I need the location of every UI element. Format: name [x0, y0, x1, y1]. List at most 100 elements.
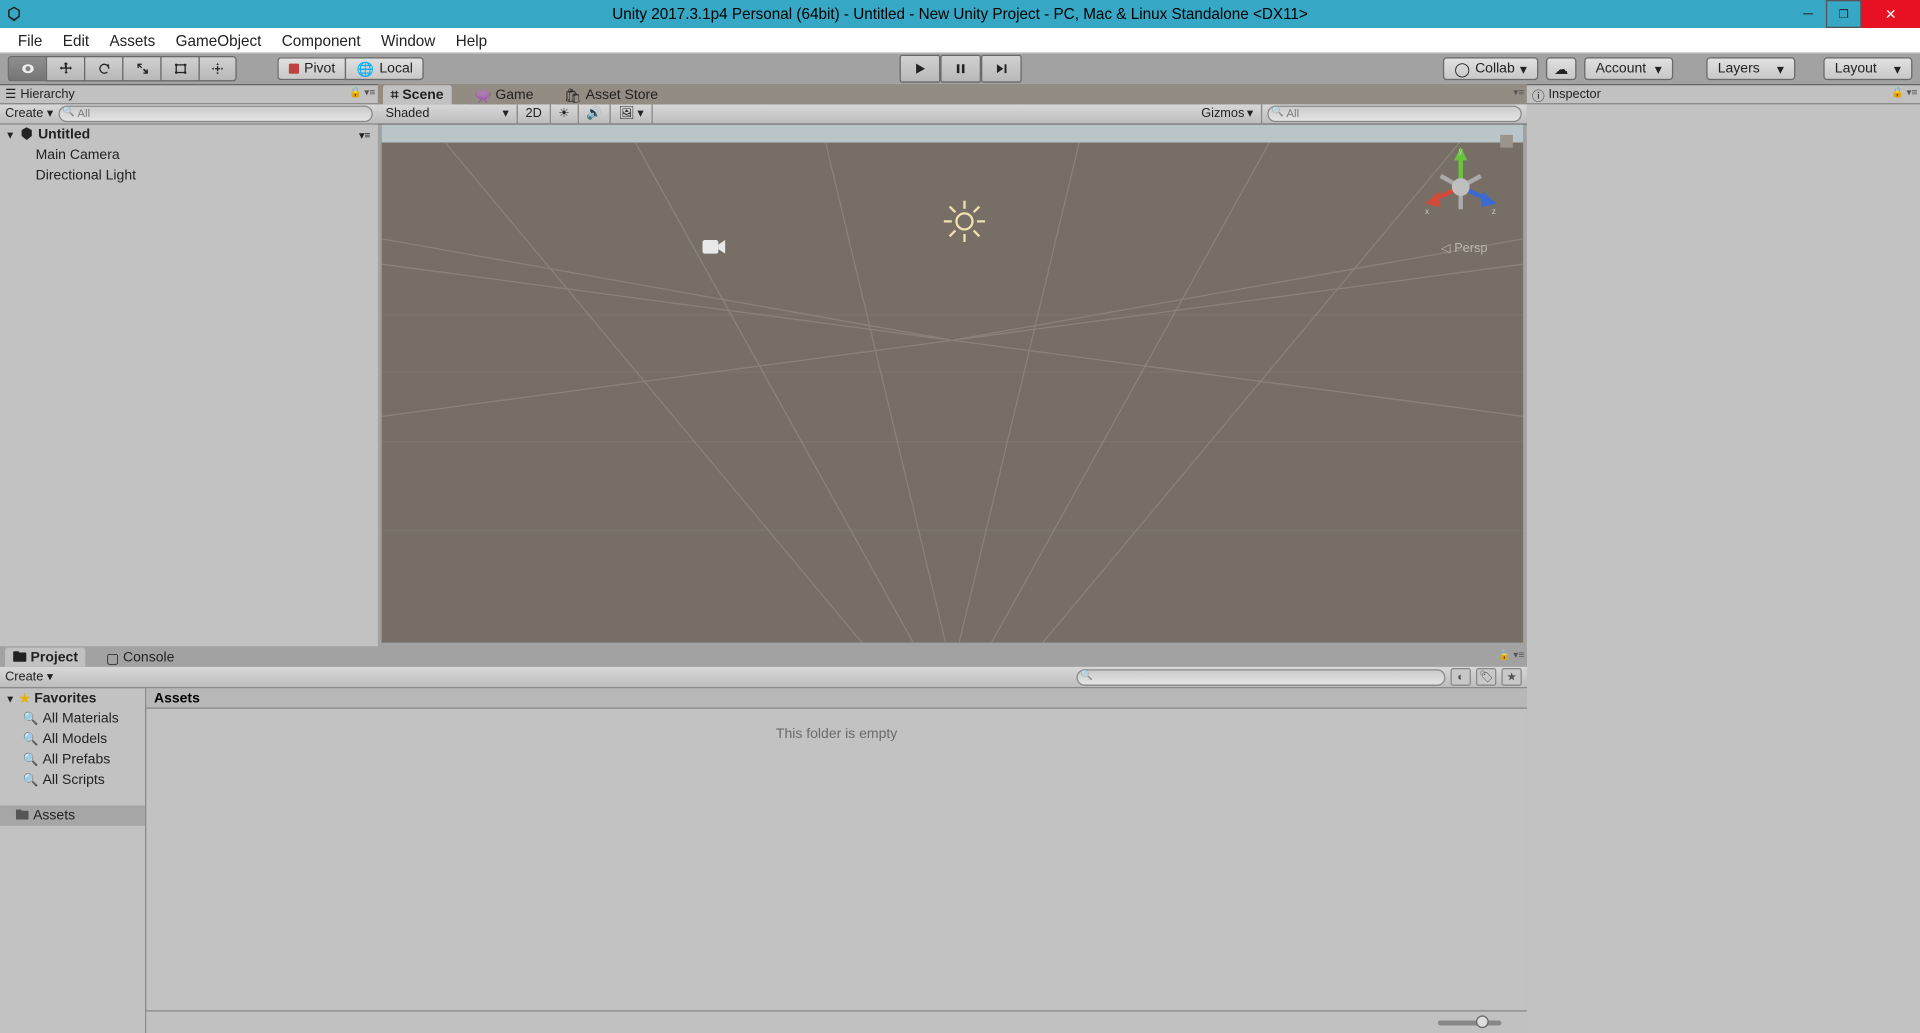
search-icon: 🔍: [23, 712, 39, 726]
menu-help[interactable]: Help: [446, 29, 498, 52]
thumbnail-size-slider[interactable]: [1438, 1020, 1502, 1025]
folder-icon: 🖿: [15, 804, 29, 828]
star-icon: ★: [19, 692, 30, 706]
tab-scene[interactable]: ⌗ Scene: [383, 85, 451, 104]
play-button[interactable]: [899, 55, 940, 83]
hierarchy-panel: ☰ Hierarchy 🔒 ▾≡ Create ▾ All ▼ Untitled: [0, 84, 378, 646]
chevron-down-icon: ▾: [1520, 60, 1527, 77]
favorite-item[interactable]: 🔍All Models: [0, 729, 145, 749]
panel-menu-icon[interactable]: ▾≡: [364, 87, 375, 98]
orientation-gizmo[interactable]: y x z: [1416, 143, 1505, 232]
gameobject-row[interactable]: Main Camera: [0, 145, 378, 165]
tab-asset-store[interactable]: 🛍 Asset Store: [556, 85, 665, 104]
scene-menu-icon[interactable]: ▾≡: [359, 129, 370, 140]
tab-asset-store-label: Asset Store: [586, 88, 658, 103]
hand-tool-button[interactable]: [8, 56, 46, 81]
shading-dropdown[interactable]: Shaded▾: [378, 104, 518, 124]
chevron-down-icon: ▾: [503, 107, 509, 121]
menu-window[interactable]: Window: [371, 29, 446, 52]
project-create-dropdown[interactable]: Create ▾: [5, 670, 53, 684]
camera-gizmo-icon[interactable]: [700, 237, 728, 264]
search-icon: 🔍: [23, 732, 39, 746]
filter-by-type-icon[interactable]: ◐: [1451, 668, 1471, 686]
project-tree[interactable]: ▼ ★ Favorites 🔍All Materials 🔍All Models…: [0, 688, 146, 1033]
project-breadcrumb[interactable]: Assets: [146, 688, 1527, 708]
hierarchy-tab[interactable]: ☰ Hierarchy 🔒 ▾≡: [0, 84, 378, 104]
close-button[interactable]: ✕: [1862, 0, 1920, 28]
projection-label[interactable]: ◁ Persp: [1441, 242, 1488, 256]
foldout-icon[interactable]: ▼: [5, 129, 15, 140]
audio-toggle[interactable]: 🔊: [579, 104, 611, 124]
menu-gameobject[interactable]: GameObject: [165, 29, 271, 52]
gizmos-dropdown[interactable]: Gizmos ▾: [1194, 104, 1263, 124]
lighting-toggle[interactable]: ☀: [551, 104, 579, 124]
scene-viewport[interactable]: y x z ◁ Persp: [382, 125, 1523, 643]
panel-menu-icon[interactable]: ▾≡: [1513, 87, 1524, 98]
minimize-button[interactable]: ─: [1790, 0, 1826, 28]
chevron-down-icon: ▾: [1894, 60, 1901, 77]
rect-tool-button[interactable]: [160, 56, 198, 81]
assets-folder[interactable]: 🖿 Assets: [0, 805, 145, 825]
create-dropdown[interactable]: Create ▾: [5, 107, 53, 121]
collab-label: Collab: [1475, 61, 1515, 76]
light-gizmo-icon[interactable]: [942, 198, 988, 250]
favorite-item[interactable]: 🔍All Prefabs: [0, 749, 145, 769]
tab-console-label: Console: [123, 650, 174, 665]
layout-dropdown[interactable]: Layout ▾: [1823, 57, 1912, 80]
scene-row[interactable]: ▼ Untitled ▾≡: [0, 125, 378, 145]
menu-file[interactable]: File: [8, 29, 53, 52]
lock-icon[interactable]: 🔒: [1498, 649, 1511, 660]
lock-icon[interactable]: 🔒: [1891, 87, 1904, 98]
tab-console[interactable]: ▢ Console: [98, 648, 182, 667]
foldout-icon[interactable]: ▼: [5, 693, 15, 704]
transform-tool-group: [8, 56, 237, 81]
hierarchy-search-input[interactable]: All: [58, 106, 373, 123]
step-button[interactable]: [980, 55, 1021, 83]
project-search-input[interactable]: [1076, 669, 1445, 686]
filter-by-label-icon[interactable]: 🏷: [1476, 668, 1496, 686]
pause-button[interactable]: [940, 55, 981, 83]
pivot-toggle-button[interactable]: Pivot: [277, 57, 345, 80]
inspector-tab[interactable]: ⓘ Inspector 🔒 ▾≡: [1527, 84, 1920, 104]
favorites-header[interactable]: ▼ ★ Favorites: [0, 688, 145, 708]
scene-search-input[interactable]: All: [1267, 106, 1521, 123]
cloud-icon: ☁: [1554, 60, 1568, 77]
hierarchy-tree[interactable]: ▼ Untitled ▾≡ Main Camera Directional Li…: [0, 125, 378, 647]
account-dropdown[interactable]: Account ▾: [1584, 57, 1673, 80]
favorite-item[interactable]: 🔍All Materials: [0, 709, 145, 729]
save-search-icon[interactable]: ★: [1501, 668, 1521, 686]
bottom-tabs: 🖿 Project ▢ Console 🔒 ▾≡: [0, 646, 1527, 666]
center-tabs: ⌗ Scene 👾 Game 🛍 Asset Store ▾≡: [378, 84, 1527, 104]
transform-tool-button[interactable]: [198, 56, 236, 81]
layers-dropdown[interactable]: Layers ▾: [1706, 57, 1795, 80]
viewport-toggle-icon[interactable]: [1500, 135, 1513, 148]
cloud-button[interactable]: ☁: [1546, 57, 1577, 80]
rotate-tool-button[interactable]: [84, 56, 122, 81]
favorite-item[interactable]: 🔍All Scripts: [0, 770, 145, 790]
panel-menu-icon[interactable]: ▾≡: [1906, 87, 1917, 98]
gameobject-row[interactable]: Directional Light: [0, 165, 378, 185]
tab-scene-label: Scene: [402, 88, 443, 103]
store-icon: 🛍: [564, 87, 582, 104]
2d-toggle[interactable]: 2D: [518, 104, 551, 124]
axis-z-label: z: [1492, 207, 1496, 216]
menu-component[interactable]: Component: [272, 29, 371, 52]
panel-menu-icon[interactable]: ▾≡: [1513, 649, 1524, 660]
account-label: Account: [1596, 61, 1647, 76]
hierarchy-tab-label: Hierarchy: [20, 87, 74, 101]
fx-dropdown[interactable]: 🖼 ▾: [611, 104, 653, 124]
menu-edit[interactable]: Edit: [53, 29, 100, 52]
tab-game[interactable]: 👾 Game: [466, 85, 541, 104]
lock-icon[interactable]: 🔒: [349, 87, 362, 98]
layout-label: Layout: [1835, 61, 1877, 76]
move-tool-button[interactable]: [46, 56, 84, 81]
collab-dropdown[interactable]: ◯ Collab ▾: [1443, 57, 1538, 80]
tab-project[interactable]: 🖿 Project: [5, 648, 86, 667]
scale-tool-button[interactable]: [122, 56, 160, 81]
space-toggle-button[interactable]: 🌐 Local: [345, 57, 424, 80]
menu-assets[interactable]: Assets: [99, 29, 165, 52]
search-icon: 🔍: [23, 773, 39, 787]
maximize-button[interactable]: ❐: [1826, 0, 1862, 28]
local-icon: 🌐: [357, 60, 374, 77]
empty-folder-message: This folder is empty: [146, 709, 1527, 1011]
